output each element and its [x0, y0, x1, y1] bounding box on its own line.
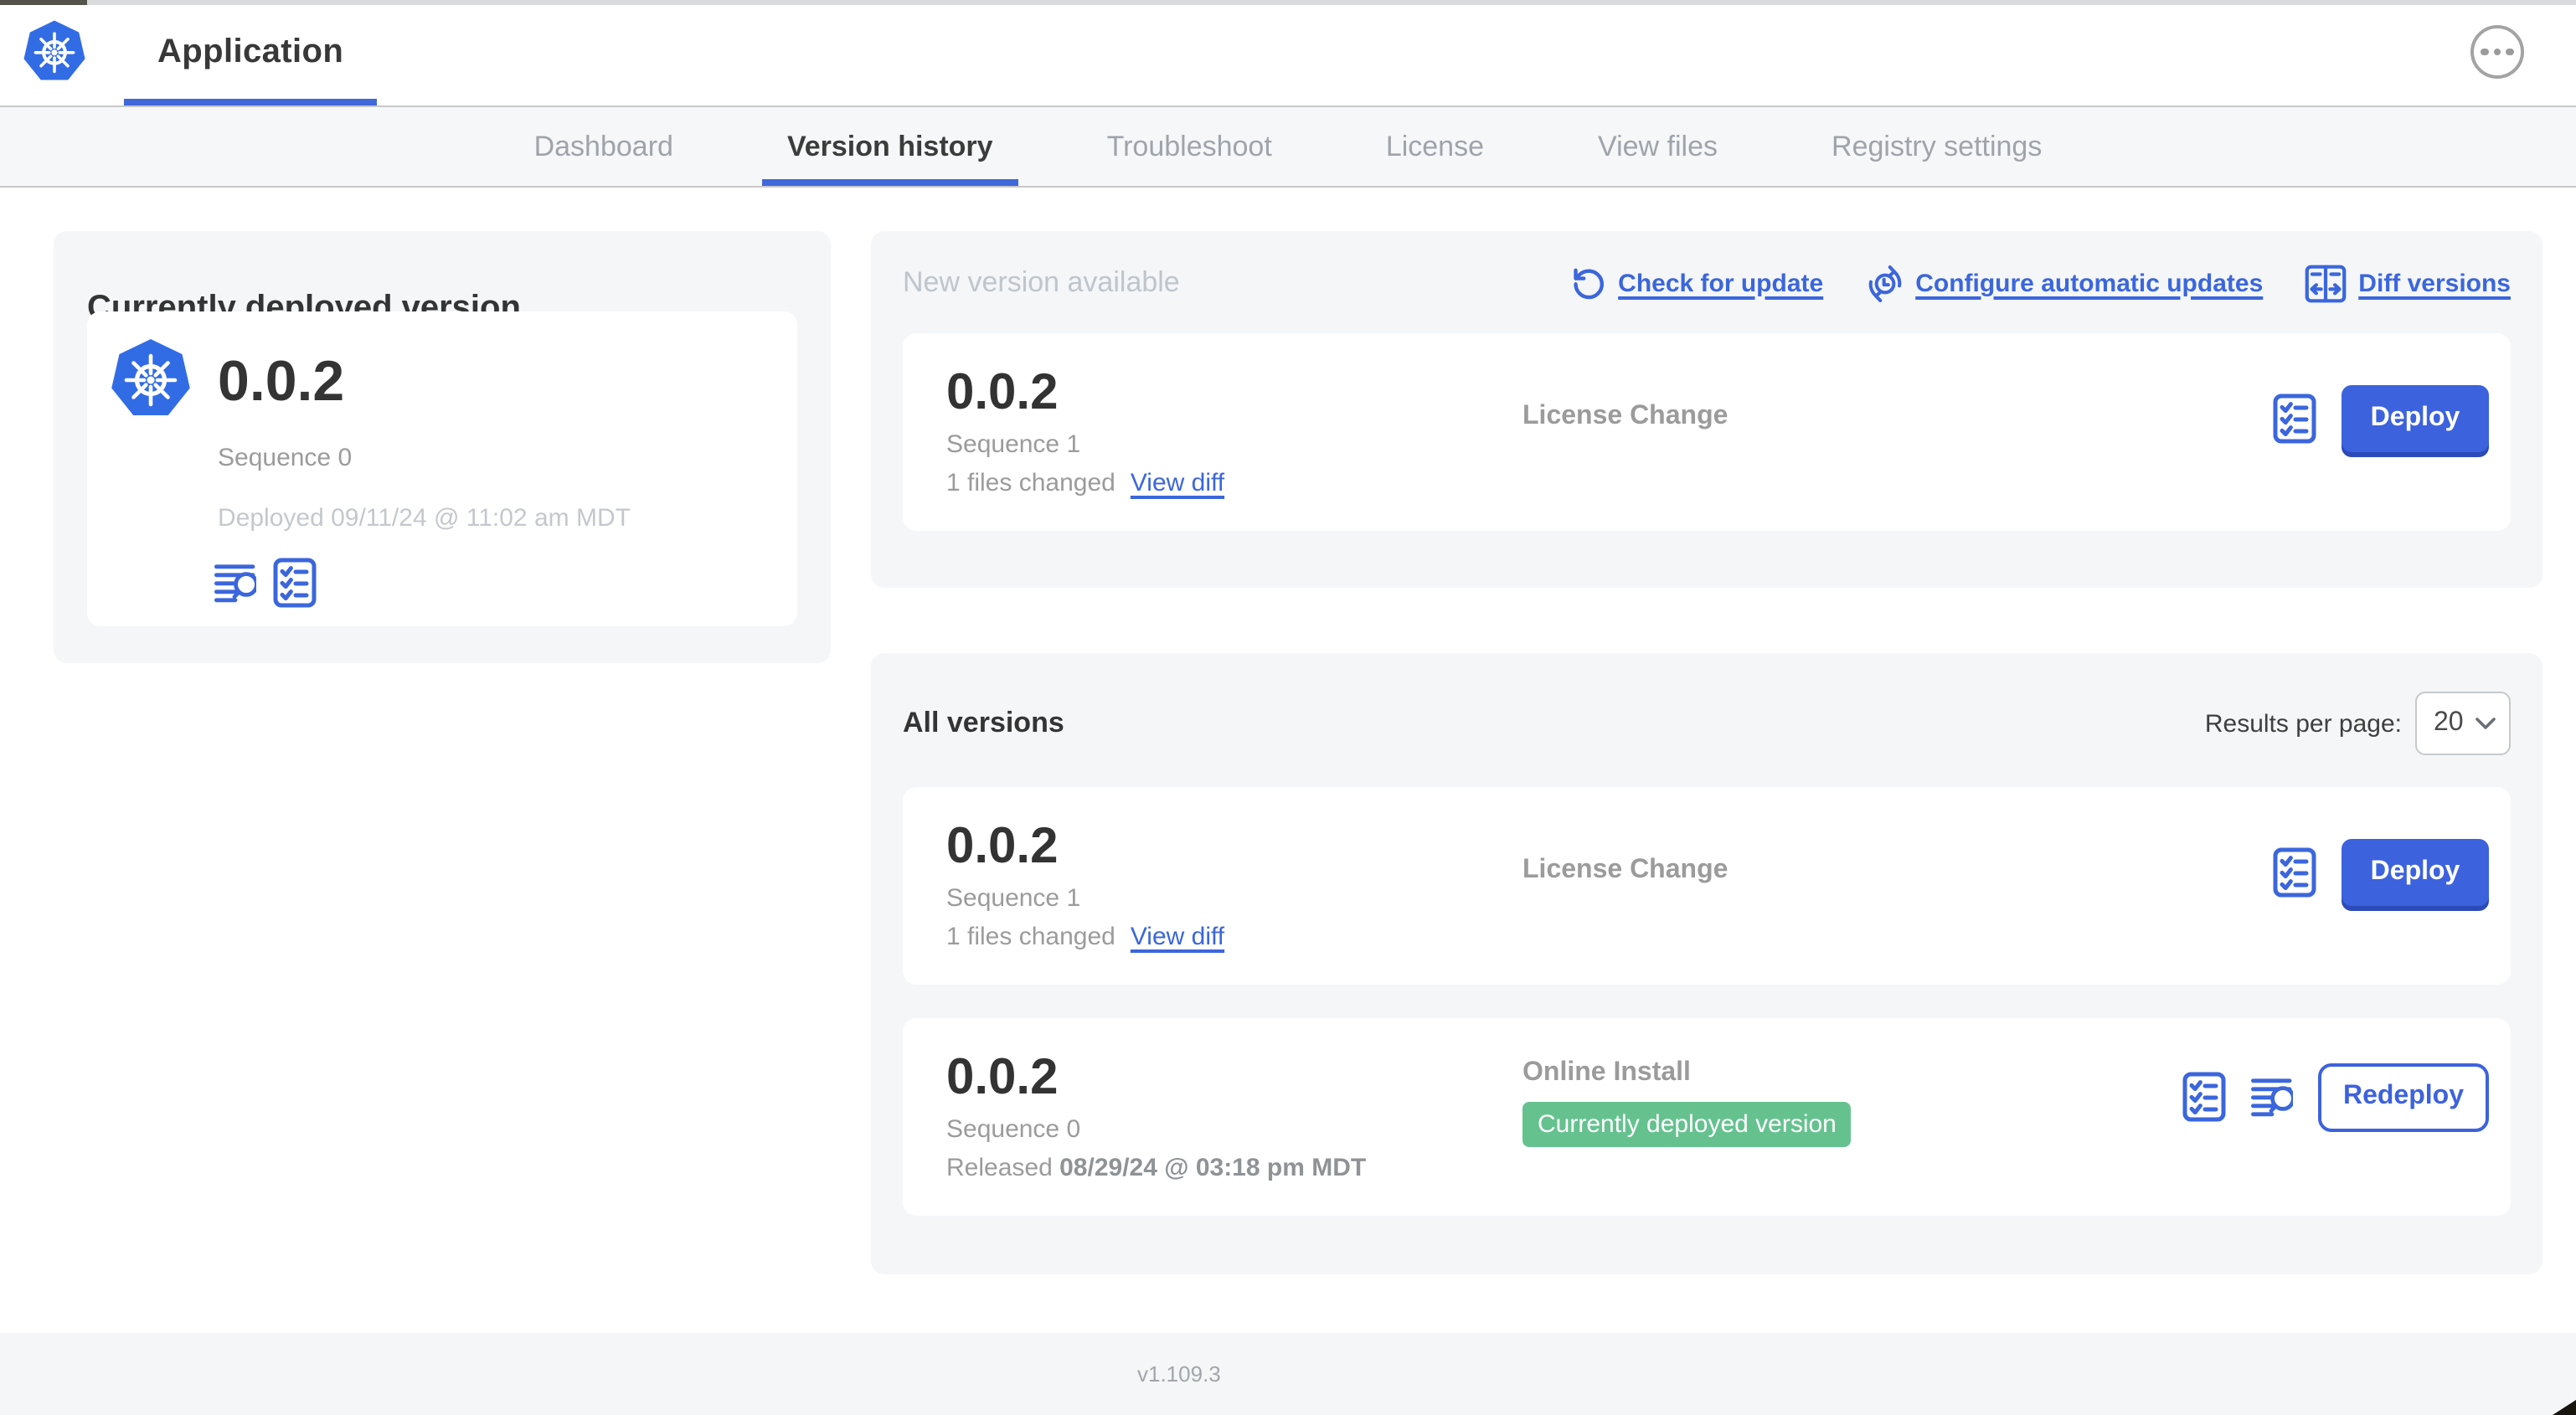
- more-options-button[interactable]: [2470, 25, 2524, 79]
- app-header: Application: [0, 0, 2576, 107]
- current-version-sequence: Sequence 0: [218, 444, 353, 472]
- results-per-page-select[interactable]: 20: [2415, 692, 2511, 755]
- view-logs-icon[interactable]: [214, 562, 256, 604]
- currently-deployed-card: Currently deployed version 0.0.2 Sequenc…: [54, 231, 831, 663]
- kubernetes-logo-icon: [22, 18, 87, 85]
- main-content: Currently deployed version 0.0.2 Sequenc…: [0, 188, 2576, 1333]
- tab-version-history[interactable]: Version history: [761, 107, 1018, 186]
- current-version-deployed-timestamp: Deployed 09/11/24 @ 11:02 am MDT: [218, 504, 631, 533]
- files-changed-label: 1 files changed: [946, 469, 1115, 497]
- console-version: v1.109.3: [1137, 1361, 1221, 1387]
- diff-icon: [2305, 264, 2347, 302]
- preflight-checks-icon[interactable]: [273, 558, 317, 608]
- chevron-down-icon: [2476, 718, 2496, 729]
- new-version-section: New version available Check for update C…: [871, 231, 2543, 588]
- preflight-checks-icon[interactable]: [2273, 394, 2316, 444]
- version-sequence: Sequence 1: [946, 430, 1081, 459]
- version-number: 0.0.2: [946, 819, 1059, 874]
- redeploy-button[interactable]: Redeploy: [2318, 1063, 2489, 1131]
- view-logs-icon[interactable]: [2251, 1076, 2293, 1118]
- new-version-row: 0.0.2 Sequence 1 1 files changed View di…: [903, 333, 2511, 531]
- ellipsis-icon: [2481, 48, 2489, 56]
- subnav-tabs: Dashboard Version history Troubleshoot L…: [0, 107, 2576, 188]
- tab-license[interactable]: License: [1361, 107, 1509, 186]
- refresh-icon: [1571, 265, 1606, 301]
- check-for-update-link[interactable]: Check for update: [1571, 265, 1823, 301]
- window-top-border-artifact: [0, 0, 87, 5]
- version-row: 0.0.2 Sequence 0 Released 08/29/24 @ 03:…: [903, 1018, 2511, 1216]
- preflight-checks-icon[interactable]: [2182, 1072, 2226, 1122]
- version-sequence: Sequence 1: [946, 884, 1081, 913]
- tab-view-files[interactable]: View files: [1573, 107, 1743, 186]
- new-version-heading: New version available: [903, 266, 1180, 298]
- version-number: 0.0.2: [946, 1050, 1059, 1105]
- deploy-button[interactable]: Deploy: [2342, 385, 2489, 452]
- current-version-number: 0.0.2: [218, 350, 345, 414]
- preflight-checks-icon[interactable]: [2273, 847, 2316, 898]
- app-window: Application Dashboard Version history Tr…: [0, 0, 2576, 1415]
- view-diff-link[interactable]: View diff: [1131, 469, 1224, 497]
- results-per-page-label: Results per page:: [2204, 709, 2402, 738]
- deploy-button[interactable]: Deploy: [2342, 839, 2489, 906]
- currently-deployed-version-card: 0.0.2 Sequence 0 Deployed 09/11/24 @ 11:…: [87, 311, 797, 626]
- currently-deployed-badge: Currently deployed version: [1522, 1102, 1852, 1147]
- version-sequence: Sequence 0: [946, 1115, 1081, 1144]
- view-diff-link[interactable]: View diff: [1131, 923, 1224, 951]
- active-app-tab-underline: [124, 99, 378, 105]
- diff-versions-link[interactable]: Diff versions: [2305, 264, 2511, 302]
- tab-dashboard[interactable]: Dashboard: [509, 107, 698, 186]
- window-top-border: [0, 0, 2576, 5]
- version-number: 0.0.2: [946, 365, 1059, 420]
- all-versions-section: All versions Results per page: 20 0.0.2 …: [871, 653, 2543, 1274]
- footer: v1.109.3: [0, 1333, 2576, 1415]
- results-per-page-value: 20: [2434, 708, 2464, 737]
- app-tab[interactable]: Application: [124, 0, 378, 105]
- version-source-label: Online Install: [1522, 1058, 1691, 1087]
- files-changed-label: 1 files changed: [946, 923, 1115, 951]
- version-source-label: License Change: [1522, 402, 1728, 430]
- app-title: Application: [157, 33, 344, 70]
- version-row: 0.0.2 Sequence 1 1 files changed View di…: [903, 787, 2511, 985]
- version-source-label: License Change: [1522, 856, 1728, 884]
- kubernetes-logo-icon: [109, 337, 193, 422]
- version-released-timestamp: Released 08/29/24 @ 03:18 pm MDT: [946, 1154, 1367, 1182]
- configure-automatic-updates-link[interactable]: Configure automatic updates: [1865, 264, 2263, 302]
- all-versions-heading: All versions: [903, 707, 1064, 738]
- tab-registry-settings[interactable]: Registry settings: [1806, 107, 2067, 186]
- tab-troubleshoot[interactable]: Troubleshoot: [1082, 107, 1297, 186]
- clock-refresh-icon: [1865, 264, 1904, 302]
